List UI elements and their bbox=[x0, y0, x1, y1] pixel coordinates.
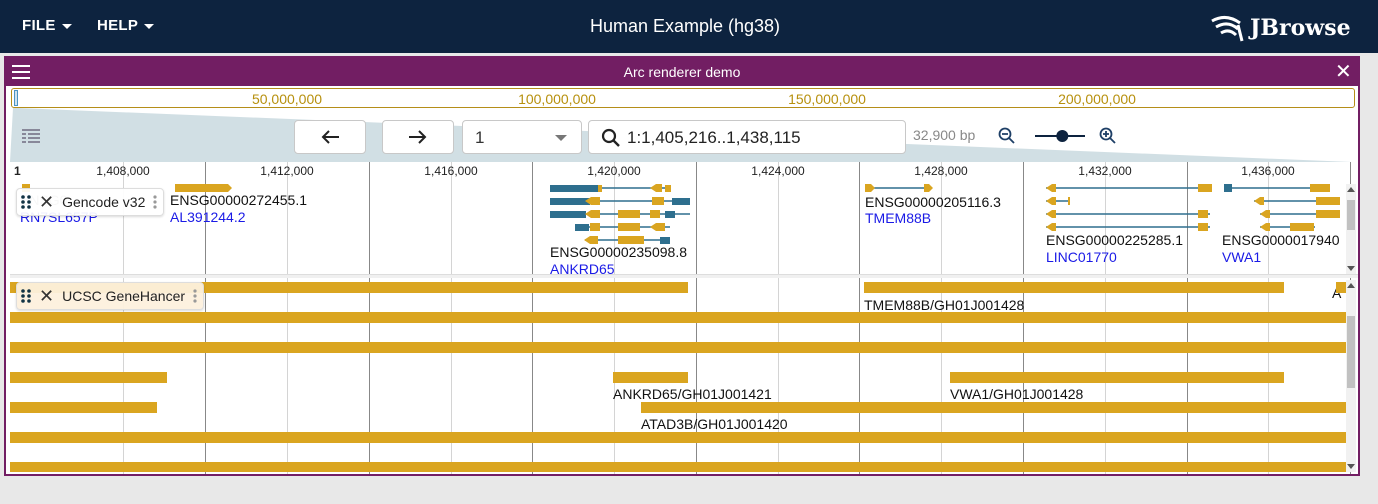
gene-name-label: VWA1 bbox=[1222, 249, 1262, 265]
overview-label: 50,000,000 bbox=[251, 91, 323, 107]
overview-scalebar[interactable]: 50,000,000 100,000,000 150,000,000 200,0… bbox=[11, 88, 1355, 108]
app-bar: FILE HELP Human Example (hg38) JBrowse bbox=[0, 0, 1378, 53]
gene-name-label: AL391244.2 bbox=[170, 209, 246, 225]
gene-name-label: LINC01770 bbox=[1046, 249, 1117, 265]
gene-name-label: ANKRD65 bbox=[550, 261, 615, 274]
gene-track-scrollbar[interactable] bbox=[1346, 184, 1356, 274]
genehancer-track[interactable]: TMEM88B/GH01J001428 A ANKRD65/GH01J00142… bbox=[10, 280, 1346, 472]
close-track-icon[interactable]: ✕ bbox=[39, 193, 54, 211]
gene-name-label: TMEM88B bbox=[865, 210, 932, 226]
bp-count: 32,900 bp bbox=[913, 127, 976, 143]
gene-id-label: ENSG00000205116.3 bbox=[865, 194, 1001, 210]
genehancer-feature[interactable] bbox=[10, 462, 1346, 472]
zoom-in-icon[interactable] bbox=[1099, 127, 1117, 145]
overview-label: 200,000,000 bbox=[1058, 91, 1136, 107]
ruler-tick-label: 1,420,000 bbox=[587, 164, 641, 178]
tracks-container: 1 1,408,000 1,412,000 1,416,000 1,420,00… bbox=[10, 162, 1358, 474]
gene-id-label: ENSG00000272455.1 bbox=[170, 192, 307, 208]
overview-region-marker[interactable] bbox=[14, 90, 18, 106]
ruler-tick-label: 1,432,000 bbox=[1078, 164, 1132, 178]
arrow-right-icon bbox=[409, 130, 427, 144]
track-menu-icon[interactable] bbox=[153, 194, 157, 210]
track-name: UCSC GeneHancer bbox=[62, 288, 186, 304]
track-selector-icon[interactable] bbox=[22, 129, 42, 143]
drag-handle-icon[interactable] bbox=[21, 194, 31, 210]
zoom-out-icon[interactable] bbox=[998, 127, 1016, 145]
ruler-tick-label: 1,424,000 bbox=[751, 164, 805, 178]
genehancer-feature[interactable] bbox=[864, 282, 1284, 293]
genehancer-feature[interactable] bbox=[10, 432, 1346, 443]
genehancer-feature[interactable] bbox=[950, 372, 1284, 383]
genehancer-feature[interactable] bbox=[613, 372, 688, 383]
genehancer-feature[interactable] bbox=[10, 402, 157, 413]
jbrowse-logo: JBrowse bbox=[1208, 10, 1351, 46]
location-value: 1:1,405,216..1,438,115 bbox=[627, 128, 801, 147]
genehancer-feature[interactable] bbox=[10, 312, 1346, 323]
genehancer-track-scrollbar[interactable] bbox=[1346, 280, 1356, 472]
track-name: Gencode v32 bbox=[62, 194, 146, 210]
chromosome-value: 1 bbox=[475, 128, 485, 147]
genehancer-label: VWA1/GH01J001428 bbox=[950, 386, 1084, 402]
overview-label: 150,000,000 bbox=[788, 91, 866, 107]
ruler[interactable]: 1 1,408,000 1,412,000 1,416,000 1,420,00… bbox=[10, 162, 1358, 182]
linear-genome-view: Arc renderer demo ✕ 50,000,000 100,000,0… bbox=[4, 56, 1360, 476]
arrow-left-icon bbox=[321, 130, 339, 144]
pan-left-button[interactable] bbox=[294, 120, 366, 154]
ruler-tick-label: 1,408,000 bbox=[96, 164, 150, 178]
gene-id-label: ENSG0000017940 bbox=[1222, 232, 1340, 248]
chevron-down-icon bbox=[555, 135, 567, 141]
track-resize-handle[interactable] bbox=[10, 274, 1358, 278]
ruler-tick-label: 1,428,000 bbox=[914, 164, 968, 178]
ruler-chrom-label: 1 bbox=[14, 164, 21, 178]
genehancer-feature[interactable] bbox=[1336, 282, 1346, 293]
gene-id-label: ENSG00000235098.8 bbox=[550, 244, 687, 260]
view-title: Arc renderer demo bbox=[623, 64, 741, 80]
session-title: Human Example (hg38) bbox=[589, 16, 781, 36]
ruler-tick-label: 1,412,000 bbox=[260, 164, 314, 178]
genehancer-feature[interactable] bbox=[10, 372, 167, 383]
location-search-input[interactable]: 1:1,405,216..1,438,115 bbox=[588, 120, 906, 154]
zoom-slider[interactable] bbox=[1033, 128, 1087, 144]
zoom-slider-thumb[interactable] bbox=[1056, 130, 1069, 142]
close-view-icon[interactable]: ✕ bbox=[1335, 62, 1352, 82]
view-header: Arc renderer demo ✕ bbox=[6, 58, 1358, 86]
genehancer-label: ATAD3B/GH01J001420 bbox=[641, 416, 788, 432]
genehancer-feature[interactable] bbox=[10, 342, 1346, 353]
gencode-track[interactable]: ENSG00000272455.1 AL391244.2 ENSG0000023… bbox=[10, 182, 1346, 274]
logo-text: JBrowse bbox=[1250, 15, 1351, 41]
overview-label: 100,000,000 bbox=[518, 91, 596, 107]
chromosome-select[interactable]: 1 bbox=[462, 120, 582, 154]
track-label-genehancer[interactable]: ✕ UCSC GeneHancer bbox=[16, 282, 205, 310]
genehancer-label: ANKRD65/GH01J001421 bbox=[613, 386, 772, 402]
jbrowse-logo-icon bbox=[1211, 16, 1244, 42]
ruler-tick-label: 1,436,000 bbox=[1241, 164, 1295, 178]
ruler-tick-label: 1,416,000 bbox=[424, 164, 478, 178]
genehancer-label: TMEM88B/GH01J001428 bbox=[864, 297, 1025, 313]
genehancer-feature[interactable] bbox=[641, 402, 1346, 413]
track-label-gencode[interactable]: ✕ Gencode v32 bbox=[16, 188, 165, 216]
search-icon bbox=[601, 128, 620, 147]
pan-right-button[interactable] bbox=[382, 120, 454, 154]
close-track-icon[interactable]: ✕ bbox=[39, 287, 54, 305]
track-menu-icon[interactable] bbox=[193, 288, 197, 304]
gene-id-label: ENSG00000225285.1 bbox=[1046, 232, 1183, 248]
drag-handle-icon[interactable] bbox=[21, 288, 31, 304]
